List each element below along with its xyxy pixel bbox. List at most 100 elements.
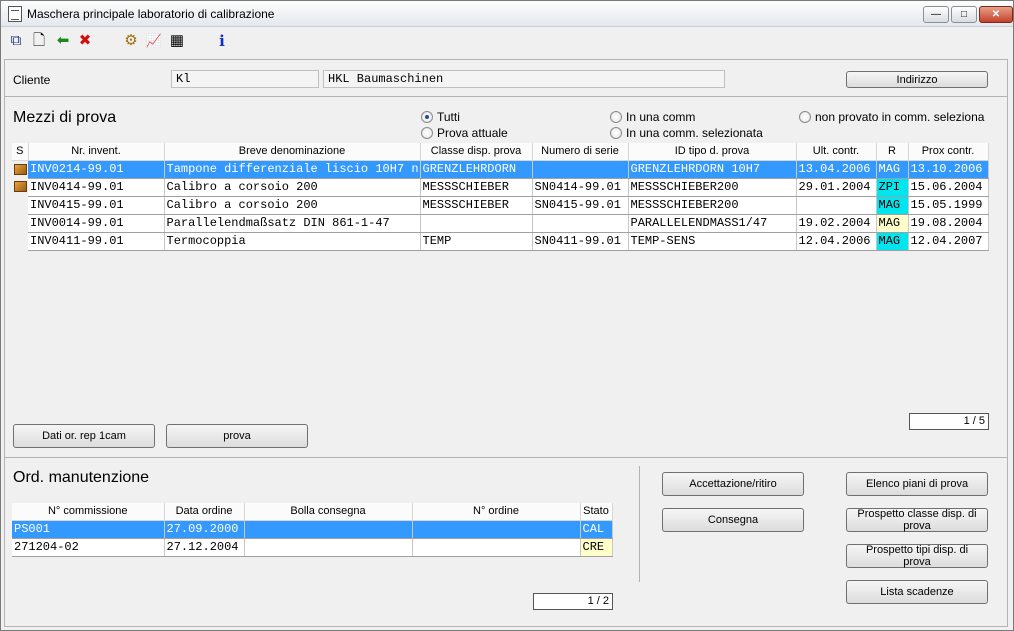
package-icon: [13, 163, 27, 175]
test-plans-list-button[interactable]: Elenco piani di prova: [846, 472, 988, 496]
address-button[interactable]: Indirizzo: [846, 71, 988, 88]
table-cell: [420, 214, 533, 233]
table-cell: CRE: [580, 538, 613, 557]
delivery-button[interactable]: Consegna: [662, 508, 804, 532]
back-arrow-icon[interactable]: ⬅: [53, 31, 73, 51]
table-row[interactable]: INV0415-99.01 Calibro a corsoio 200 MESS…: [12, 196, 989, 215]
column-header[interactable]: Numero di serie: [532, 143, 629, 161]
table-cell: INV0415-99.01: [28, 196, 165, 215]
table-cell: TEMP-SENS: [628, 232, 797, 251]
table-cell: SN0411-99.01: [532, 232, 629, 251]
table-cell: [796, 196, 877, 215]
table-cell: MAG: [876, 160, 909, 179]
deadlines-list-button[interactable]: Lista scadenze: [846, 580, 988, 604]
table-cell: ZPI: [876, 178, 909, 197]
package-icon: [13, 181, 27, 193]
radio-label: In una comm: [626, 110, 696, 124]
column-header[interactable]: N° commissione: [12, 503, 165, 521]
column-header[interactable]: Bolla consegna: [244, 503, 413, 521]
accept-pickup-button[interactable]: Accettazione/ritiro: [662, 472, 804, 496]
radio-label: In una comm. selezionata: [626, 126, 763, 140]
table-header-row: N° commissione Data ordine Bolla consegn…: [12, 503, 613, 521]
table-cell: 12.04.2007: [908, 232, 989, 251]
prova-button[interactable]: prova: [166, 424, 308, 448]
info-icon[interactable]: i: [212, 31, 232, 51]
test-equipment-title: Mezzi di prova: [13, 109, 117, 126]
copy-records-icon[interactable]: ⧉: [6, 31, 26, 51]
status-cell: [12, 178, 28, 196]
device-class-overview-button[interactable]: Prospetto classe disp. di prova: [846, 508, 988, 532]
filter-not-tested-radio[interactable]: non provato in comm. seleziona: [799, 110, 984, 124]
table-cell: [412, 520, 581, 539]
column-header[interactable]: Classe disp. prova: [420, 143, 533, 161]
table-cell: MESSSCHIEBER200: [628, 196, 797, 215]
table-cell: 27.09.2000: [164, 520, 245, 539]
table-row[interactable]: INV0014-99.01 Parallelendmaßsatz DIN 861…: [12, 214, 989, 233]
table-row[interactable]: PS001 27.09.2000 CAL: [12, 520, 613, 539]
table-cell: 15.06.2004: [908, 178, 989, 197]
column-header[interactable]: Ult. contr.: [796, 143, 877, 161]
column-header[interactable]: Breve denominazione: [164, 143, 421, 161]
title-bar[interactable]: Maschera principale laboratorio di calib…: [1, 1, 1013, 27]
maximize-button[interactable]: □: [951, 6, 977, 23]
new-document-icon[interactable]: 🗋: [29, 31, 49, 51]
client-name-field[interactable]: HKL Baumaschinen: [323, 70, 725, 88]
table-cell: PS001: [12, 520, 165, 539]
divider: [5, 457, 1007, 458]
chart-edit-icon[interactable]: 📈: [144, 31, 164, 51]
column-header[interactable]: N° ordine: [412, 503, 581, 521]
radio-icon: [421, 127, 433, 139]
filter-all-radio[interactable]: Tutti: [421, 110, 460, 124]
radio-selected-icon: [421, 111, 433, 123]
maintenance-table: N° commissione Data ordine Bolla consegn…: [12, 503, 613, 557]
data-rep-button[interactable]: Dati or. rep 1cam: [13, 424, 155, 448]
table-cell: 29.01.2004: [796, 178, 877, 197]
table-cell: GRENZLEHRDORN: [420, 160, 533, 179]
delete-icon[interactable]: ✖: [75, 31, 95, 51]
table-cell: MAG: [876, 232, 909, 251]
device-type-overview-button[interactable]: Prospetto tipi disp. di prova: [846, 544, 988, 568]
toolbar: ⧉ 🗋 ⬅ ✖ ⚙ 📈 ▦ i: [1, 28, 1013, 54]
column-header[interactable]: Data ordine: [164, 503, 245, 521]
window-title: Maschera principale laboratorio di calib…: [27, 7, 275, 21]
table-cell: [532, 214, 629, 233]
table-header-row: S Nr. invent. Breve denominazione Classe…: [12, 143, 989, 161]
table-row[interactable]: INV0214-99.01 Tampone differenziale lisc…: [12, 160, 989, 179]
vertical-divider: [639, 466, 640, 582]
close-button[interactable]: ✕: [979, 6, 1013, 23]
main-panel: Cliente Kl HKL Baumaschinen Indirizzo Me…: [4, 59, 1008, 627]
table-cell: INV0214-99.01: [28, 160, 165, 179]
table-cell: MESSSCHIEBER: [420, 196, 533, 215]
filter-current-test-radio[interactable]: Prova attuale: [421, 126, 508, 140]
table-cell: PARALLELENDMASS1/47: [628, 214, 797, 233]
column-header[interactable]: Stato: [580, 503, 613, 521]
column-header[interactable]: S: [12, 143, 29, 161]
table-cell: 19.08.2004: [908, 214, 989, 233]
column-header[interactable]: Prox contr.: [908, 143, 989, 161]
client-code-field[interactable]: Kl: [171, 70, 319, 88]
minimize-button[interactable]: —: [923, 6, 949, 23]
table-cell: 12.04.2006: [796, 232, 877, 251]
table-cell: 15.05.1999: [908, 196, 989, 215]
app-icon: [8, 6, 22, 22]
table-row[interactable]: INV0414-99.01 Calibro a corsoio 200 MESS…: [12, 178, 989, 197]
table-cell: [244, 538, 413, 557]
filter-selected-order-radio[interactable]: In una comm. selezionata: [610, 126, 763, 140]
column-header[interactable]: R: [876, 143, 909, 161]
table-cell: 13.10.2006: [908, 160, 989, 179]
test-equipment-table: S Nr. invent. Breve denominazione Classe…: [12, 143, 989, 251]
table-cell: Parallelendmaßsatz DIN 861-1-47: [164, 214, 421, 233]
table-row[interactable]: INV0411-99.01 Termocoppia TEMP SN0411-99…: [12, 232, 989, 251]
radio-icon: [610, 127, 622, 139]
filter-in-order-radio[interactable]: In una comm: [610, 110, 695, 124]
radio-icon: [610, 111, 622, 123]
tools-icon[interactable]: ⚙: [121, 31, 141, 51]
column-header[interactable]: Nr. invent.: [28, 143, 165, 161]
table-cell: MESSSCHIEBER: [420, 178, 533, 197]
column-header[interactable]: ID tipo d. prova: [628, 143, 797, 161]
main-window: Maschera principale laboratorio di calib…: [0, 0, 1014, 631]
table-cell: MESSSCHIEBER200: [628, 178, 797, 197]
table-cell: 27.12.2004: [164, 538, 245, 557]
calculator-icon[interactable]: ▦: [167, 31, 187, 51]
table-row[interactable]: 271204-02 27.12.2004 CRE: [12, 538, 613, 557]
